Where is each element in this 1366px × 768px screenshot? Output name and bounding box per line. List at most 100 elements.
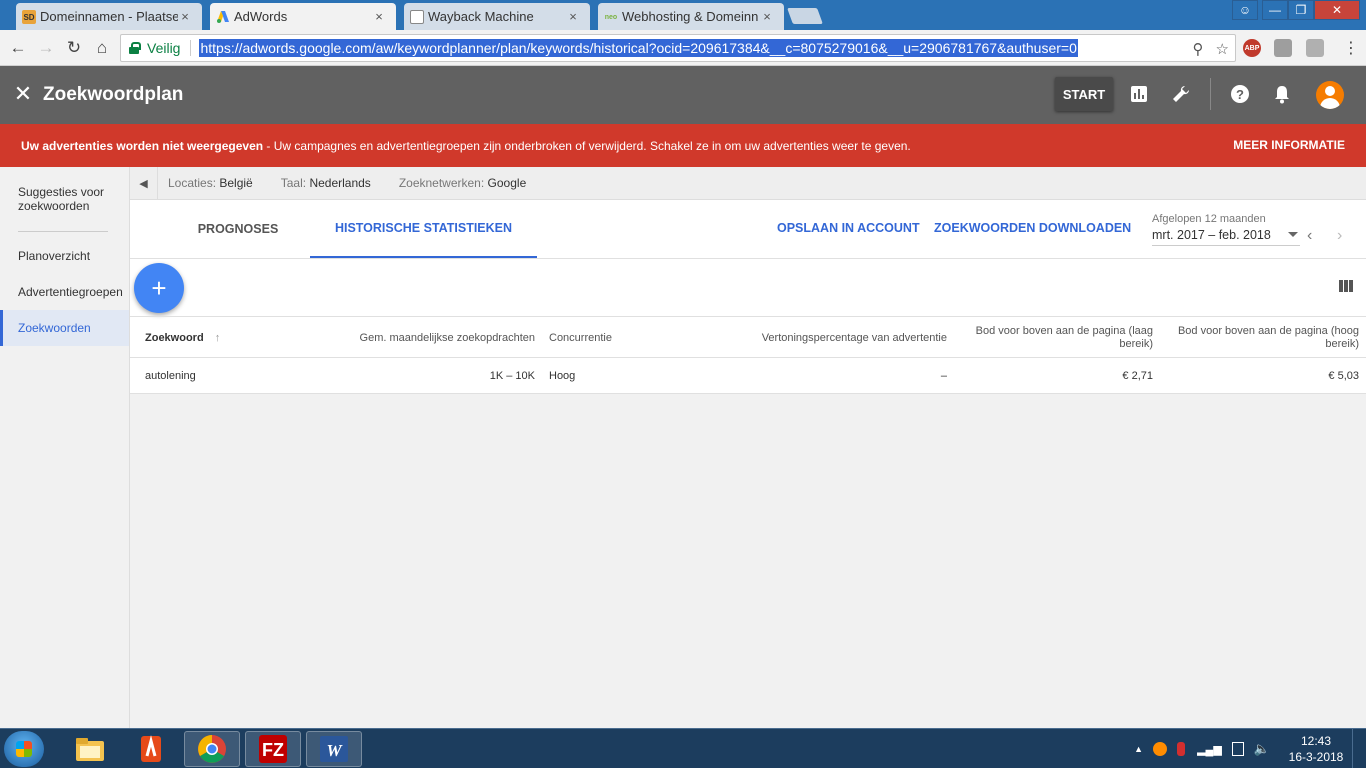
address-bar[interactable]: Veilig https://adwords.google.com/aw/key… xyxy=(120,34,1236,62)
filter-locations[interactable]: Locaties: België xyxy=(168,176,253,190)
alert-message-bold: Uw advertenties worden niet weergegeven xyxy=(21,138,264,153)
browser-tab-title: Domeinnamen - Plaatser xyxy=(40,9,178,24)
notebook-icon[interactable] xyxy=(1231,742,1244,756)
neo-favicon-icon: neo xyxy=(604,13,618,21)
content-panel: PROGNOSES HISTORISCHE STATISTIEKEN OPSLA… xyxy=(130,200,1366,394)
close-icon[interactable]: ✕ xyxy=(12,82,34,106)
browser-tab-title: Webhosting & Domeinn xyxy=(622,9,759,24)
filter-language[interactable]: Taal: Nederlands xyxy=(281,176,371,190)
taskbar: FZ W ▲ ▂▄▆ 🔈 12:43 16-3-2018 xyxy=(0,728,1366,768)
sidebar-item-keywords[interactable]: Zoekwoorden xyxy=(0,310,129,346)
file-explorer-icon[interactable] xyxy=(62,731,118,767)
more-info-link[interactable]: MEER INFORMATIE xyxy=(1233,138,1345,152)
extension-icon[interactable] xyxy=(1274,39,1292,57)
zoom-icon[interactable]: ⚲ xyxy=(1193,40,1204,58)
menu-icon[interactable]: ⋮ xyxy=(1340,37,1362,59)
download-keywords-button[interactable]: ZOEKWOORDEN DOWNLOADEN xyxy=(934,221,1131,235)
browser-tab[interactable]: SD Domeinnamen - Plaatser × xyxy=(16,3,202,30)
cell-bid-low: € 2,71 xyxy=(1122,370,1153,382)
tab-close-icon[interactable]: × xyxy=(566,9,580,24)
adwords-favicon-icon xyxy=(216,10,230,24)
date-range-selector[interactable]: Afgelopen 12 maanden mrt. 2017 – feb. 20… xyxy=(1152,213,1300,246)
volume-icon[interactable]: 🔈 xyxy=(1254,741,1270,757)
alert-message-text: - Uw campagnes en advertentiegroepen zij… xyxy=(263,138,911,153)
avast-icon[interactable] xyxy=(1153,742,1168,756)
pdf-extension-icon[interactable] xyxy=(1306,39,1324,57)
bookmark-star-icon[interactable]: ☆ xyxy=(1216,40,1229,58)
browser-tab[interactable]: neo Webhosting & Domeinn × xyxy=(598,3,784,30)
new-tab-button[interactable] xyxy=(787,8,823,24)
filezilla-icon[interactable]: FZ xyxy=(245,731,301,767)
notifications-bell-icon[interactable] xyxy=(1271,83,1293,105)
back-arrow-icon[interactable]: ← xyxy=(7,37,29,59)
chevron-down-icon xyxy=(1288,232,1298,237)
keywords-table: Zoekwoord ↑ Gem. maandelijkse zoekopdrac… xyxy=(130,316,1366,394)
col-competition[interactable]: Concurrentie xyxy=(549,332,612,344)
usb-icon[interactable] xyxy=(1177,742,1186,756)
cell-impression-share: – xyxy=(940,370,947,382)
lock-icon xyxy=(129,42,141,54)
wrench-icon[interactable] xyxy=(1170,83,1192,105)
columns-icon[interactable] xyxy=(1339,280,1353,292)
secure-label[interactable]: Veilig xyxy=(147,40,192,56)
date-range-dropdown[interactable]: mrt. 2017 – feb. 2018 xyxy=(1152,228,1300,246)
windows-start-icon[interactable] xyxy=(4,731,44,767)
tab-prognoses[interactable]: PROGNOSES xyxy=(170,200,306,258)
collapse-arrow-icon[interactable]: ◀ xyxy=(130,166,158,200)
word-icon[interactable]: W xyxy=(306,731,362,767)
col-monthly-searches[interactable]: Gem. maandelijkse zoekopdrachten xyxy=(335,332,535,344)
previous-period-icon[interactable]: ‹ xyxy=(1307,227,1312,245)
filter-language-label: Taal: xyxy=(280,176,307,190)
sort-arrow-up-icon[interactable]: ↑ xyxy=(215,332,221,344)
sidebar-item-plan-overview[interactable]: Planoverzicht xyxy=(0,249,129,263)
col-bid-high[interactable]: Bod voor boven aan de pagina (hoog berei… xyxy=(1168,325,1359,351)
adblock-icon[interactable]: ABP xyxy=(1243,39,1261,57)
maximize-icon[interactable]: ❐ xyxy=(1288,0,1314,20)
browser-tab-strip: SD Domeinnamen - Plaatser × AdWords × Wa… xyxy=(0,0,1366,30)
system-tray: ▲ ▂▄▆ 🔈 12:43 16-3-2018 xyxy=(1134,729,1366,768)
start-button[interactable]: START xyxy=(1055,77,1113,111)
home-icon[interactable]: ⌂ xyxy=(91,37,113,59)
table-row[interactable]: autolening 1K – 10K Hoog – € 2,71 € 5,03 xyxy=(130,358,1366,394)
window-close-icon[interactable]: ✕ xyxy=(1314,0,1360,20)
minimize-icon[interactable]: — xyxy=(1262,0,1288,20)
document-icon xyxy=(410,10,424,24)
browser-tab-active[interactable]: AdWords × xyxy=(210,3,396,30)
table-header: Zoekwoord ↑ Gem. maandelijkse zoekopdrac… xyxy=(130,316,1366,358)
help-icon[interactable]: ? xyxy=(1229,83,1251,105)
tab-historical-statistics[interactable]: HISTORISCHE STATISTIEKEN xyxy=(310,200,537,258)
col-keyword[interactable]: Zoekwoord ↑ xyxy=(145,332,220,344)
url-text[interactable]: https://adwords.google.com/aw/keywordpla… xyxy=(199,39,1078,57)
pdf-reader-icon[interactable] xyxy=(123,731,179,767)
filter-networks[interactable]: Zoeknetwerken: Google xyxy=(399,176,526,190)
app-header: ✕ Zoekwoordplan START ? xyxy=(0,66,1366,124)
tab-close-icon[interactable]: × xyxy=(178,9,192,24)
tray-expand-icon[interactable]: ▲ xyxy=(1134,744,1143,754)
reports-icon[interactable] xyxy=(1128,83,1150,105)
add-keyword-button[interactable]: + xyxy=(134,263,184,313)
col-impression-share[interactable]: Vertoningspercentage van advertentie xyxy=(730,332,947,344)
sidebar-item-ad-groups[interactable]: Advertentiegroepen xyxy=(0,285,129,299)
clock[interactable]: 12:43 16-3-2018 xyxy=(1280,733,1352,765)
browser-tab[interactable]: Wayback Machine × xyxy=(404,3,590,30)
cell-competition: Hoog xyxy=(549,370,576,382)
forward-arrow-icon[interactable]: → xyxy=(35,37,57,59)
next-period-icon[interactable]: › xyxy=(1337,227,1342,245)
filter-locations-label: Locaties: xyxy=(168,176,217,190)
save-to-account-button[interactable]: OPSLAAN IN ACCOUNT xyxy=(777,221,920,235)
avatar[interactable] xyxy=(1316,81,1344,109)
show-desktop-button[interactable] xyxy=(1352,729,1366,768)
sidebar-item-keyword-suggestions[interactable]: Suggesties voor zoekwoorden xyxy=(0,185,120,213)
chrome-icon[interactable] xyxy=(184,731,240,767)
header-divider xyxy=(1210,78,1211,110)
sidebar-divider xyxy=(18,231,108,232)
tab-close-icon[interactable]: × xyxy=(372,9,386,24)
browser-toolbar: ← → ↻ ⌂ Veilig https://adwords.google.co… xyxy=(0,30,1366,66)
col-bid-low[interactable]: Bod voor boven aan de pagina (laag berei… xyxy=(963,325,1153,351)
browser-tab-title: AdWords xyxy=(234,9,288,24)
network-signal-icon[interactable]: ▂▄▆ xyxy=(1197,743,1222,756)
reload-icon[interactable]: ↻ xyxy=(63,37,85,59)
filter-networks-label: Zoeknetwerken: xyxy=(398,176,485,190)
tab-close-icon[interactable]: × xyxy=(760,9,774,24)
user-profile-icon[interactable]: ☺ xyxy=(1232,0,1258,20)
